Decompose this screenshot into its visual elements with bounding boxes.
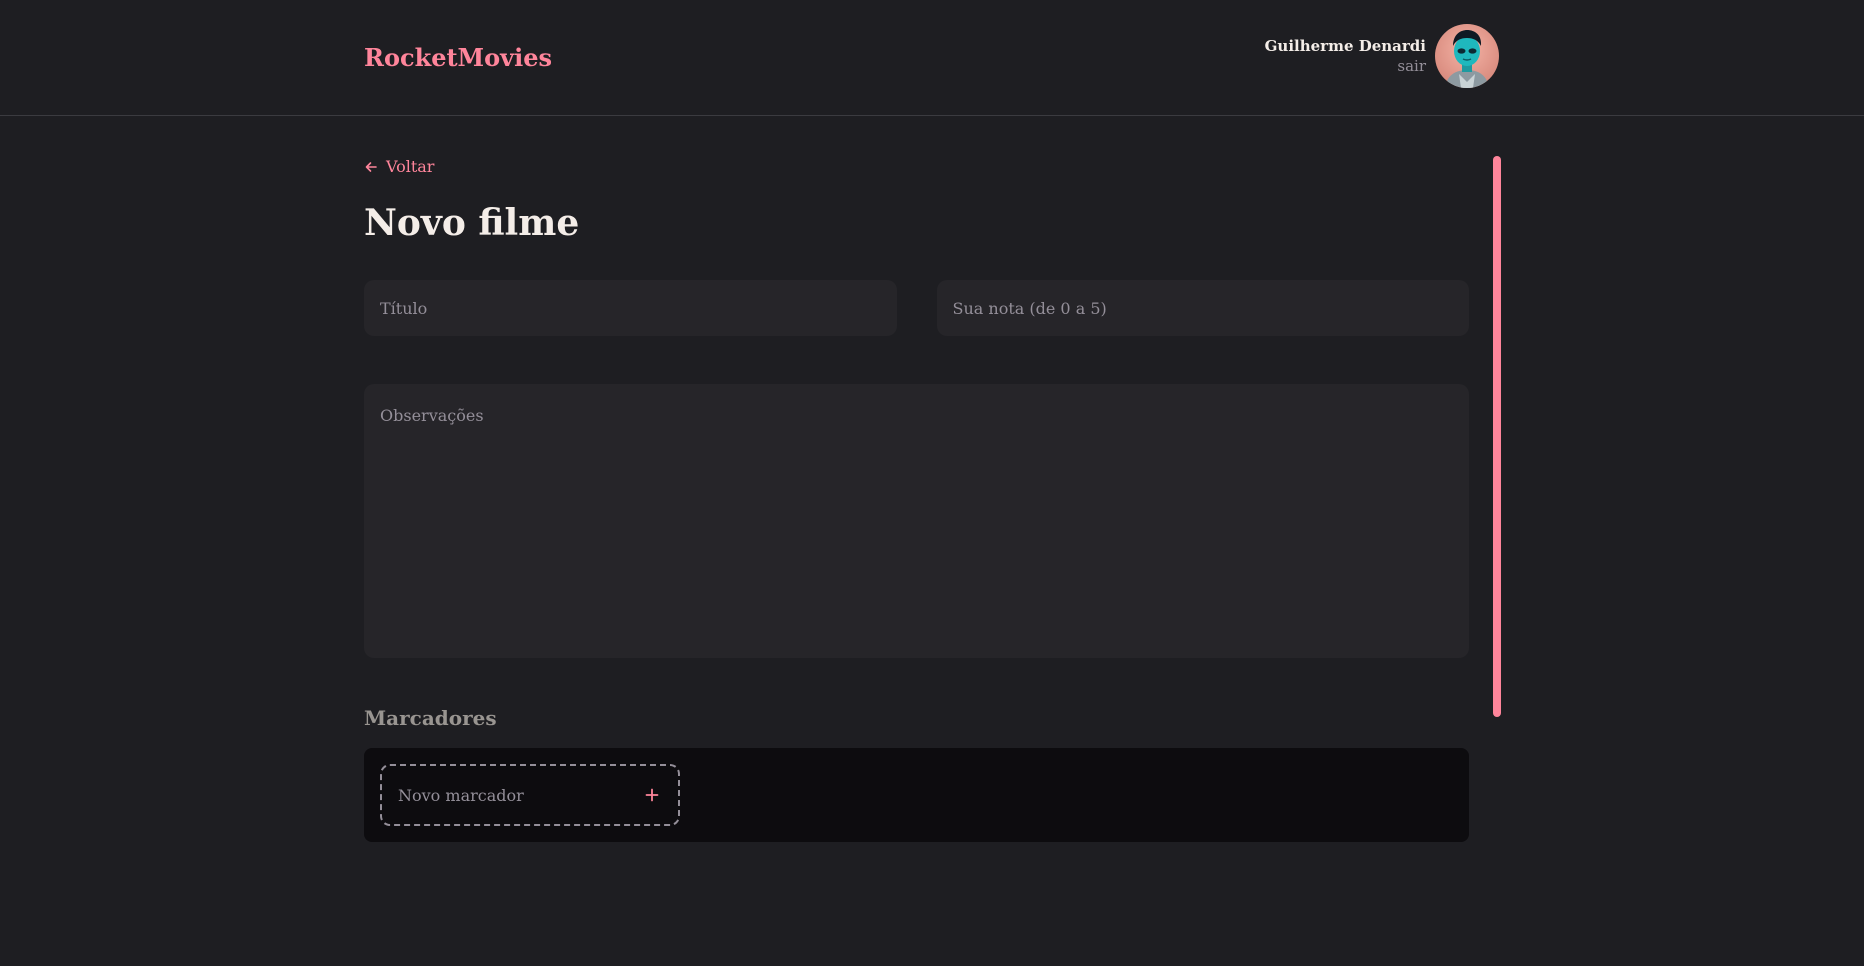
scrollbar-thumb[interactable] — [1493, 156, 1501, 717]
page-title: Novo filme — [364, 202, 580, 244]
avatar[interactable] — [1435, 24, 1499, 88]
back-label: Voltar — [386, 157, 435, 176]
movie-fields-row — [364, 280, 1469, 336]
new-tag-item — [380, 764, 680, 826]
back-link[interactable]: Voltar — [364, 156, 434, 178]
new-tag-input[interactable] — [398, 785, 642, 805]
app-header: RocketMovies Guilherme Denardi sair — [0, 0, 1864, 116]
user-profile: Guilherme Denardi sair — [1265, 24, 1499, 88]
main-content: Voltar Novo filme Marcadores — [364, 156, 1469, 842]
notes-textarea[interactable] — [364, 384, 1469, 658]
tags-container — [364, 748, 1469, 842]
profile-text: Guilherme Denardi sair — [1265, 36, 1426, 76]
user-avatar-icon — [1435, 24, 1499, 88]
arrow-left-icon — [365, 162, 377, 172]
rating-input[interactable] — [936, 280, 1469, 336]
tags-section-title: Marcadores — [364, 706, 497, 730]
plus-icon — [645, 788, 659, 802]
brand-logo[interactable]: RocketMovies — [364, 42, 552, 74]
add-tag-button[interactable] — [642, 785, 662, 805]
title-input[interactable] — [364, 280, 897, 336]
logout-link[interactable]: sair — [1397, 56, 1426, 76]
profile-name: Guilherme Denardi — [1264, 37, 1426, 55]
